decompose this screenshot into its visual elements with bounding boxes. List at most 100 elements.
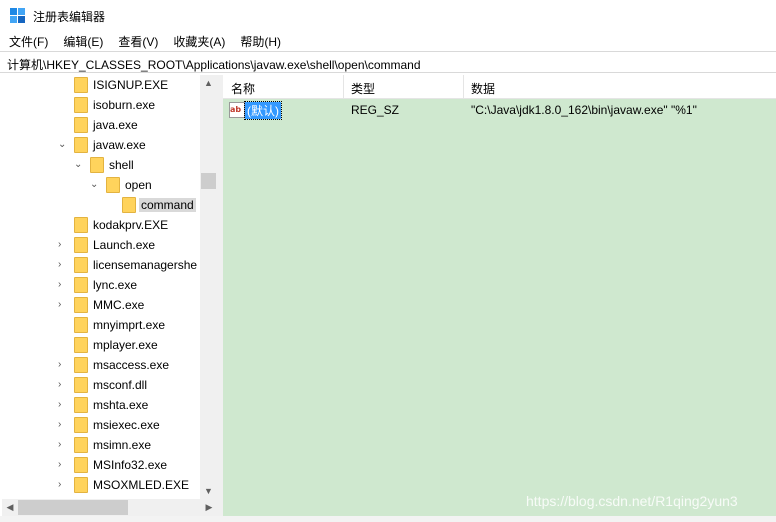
tree-item-label: isoburn.exe (93, 98, 156, 112)
menu-view[interactable]: 查看(V) (109, 30, 164, 50)
tree-item-label: mplayer.exe (93, 338, 158, 352)
scroll-down-arrow-icon[interactable]: ▼ (200, 483, 217, 499)
folder-icon (74, 117, 88, 133)
tree-item[interactable]: › msiexec.exe (2, 415, 202, 435)
tree-item[interactable]: ⌄ open (2, 175, 202, 195)
value-type: REG_SZ (351, 103, 400, 117)
chevron-down-icon[interactable]: ⌄ (58, 139, 68, 151)
menu-bar: 文件(F) 编辑(E) 查看(V) 收藏夹(A) 帮助(H) (0, 30, 776, 50)
tree-item[interactable]: › MSInfo32.exe (2, 455, 202, 475)
tree-item[interactable]: ⌄ shell (2, 155, 202, 175)
tree-item[interactable]: isoburn.exe (2, 95, 202, 115)
chevron-right-icon[interactable]: › (58, 479, 68, 491)
chevron-down-icon[interactable]: ⌄ (74, 159, 84, 171)
scrollbar-thumb[interactable] (201, 173, 216, 189)
tree-item[interactable]: mnyimprt.exe (2, 315, 202, 335)
tree-item-label: msaccess.exe (93, 358, 170, 372)
tree-item[interactable]: › msconf.dll (2, 375, 202, 395)
value-name[interactable]: (默认) (244, 101, 282, 120)
scroll-up-arrow-icon[interactable]: ▲ (200, 75, 217, 91)
tree-item[interactable]: command (2, 195, 202, 215)
folder-icon (74, 457, 88, 473)
title-bar: 注册表编辑器 (0, 0, 776, 30)
folder-icon (74, 437, 88, 453)
chevron-right-icon[interactable]: › (58, 399, 68, 411)
svg-text:ab: ab (230, 105, 241, 114)
scroll-left-arrow-icon[interactable]: ◀ (2, 499, 18, 516)
menu-favorites[interactable]: 收藏夹(A) (164, 30, 231, 50)
column-header-data[interactable]: 数据 (471, 80, 495, 97)
chevron-right-icon[interactable]: › (58, 419, 68, 431)
folder-icon (74, 397, 88, 413)
value-row[interactable]: ab (默认) REG_SZ "C:\Java\jdk1.8.0_162\bin… (223, 99, 776, 121)
tree-item-label: mnyimprt.exe (93, 318, 166, 332)
tree-item[interactable]: › mshta.exe (2, 395, 202, 415)
tree-vertical-scrollbar[interactable]: ▲ ▼ (200, 75, 217, 499)
window-bottom-edge (0, 516, 776, 522)
list-header: 名称 类型 数据 (223, 75, 776, 99)
tree-item-label: command (139, 198, 196, 212)
chevron-right-icon[interactable]: › (58, 359, 68, 371)
watermark-text: https://blog.csdn.net/R1qing2yun3 (526, 493, 738, 509)
chevron-right-icon[interactable]: › (58, 379, 68, 391)
column-divider[interactable] (463, 75, 464, 99)
tree-item[interactable]: › MSOXMLED.EXE (2, 475, 202, 495)
folder-icon (74, 417, 88, 433)
registry-tree[interactable]: ISIGNUP.EXE isoburn.exe java.exe ⌄ javaw.exe… (2, 75, 216, 499)
tree-item[interactable]: › Launch.exe (2, 235, 202, 255)
tree-item-label: MSOXMLED.EXE (93, 478, 190, 492)
value-data: "C:\Java\jdk1.8.0_162\bin\javaw.exe" "%1… (471, 103, 697, 117)
tree-item[interactable]: › lync.exe (2, 275, 202, 295)
tree-item[interactable]: ⌄ javaw.exe (2, 135, 202, 155)
window-title: 注册表编辑器 (33, 10, 106, 24)
chevron-right-icon[interactable]: › (58, 239, 68, 251)
scroll-right-arrow-icon[interactable]: ▶ (201, 499, 217, 516)
tree-item-label: msconf.dll (93, 378, 148, 392)
address-bar[interactable]: 计算机\HKEY_CLASSES_ROOT\Applications\javaw… (0, 51, 776, 73)
tree-item[interactable]: ISIGNUP.EXE (2, 75, 202, 95)
tree-item[interactable]: › MMC.exe (2, 295, 202, 315)
string-value-icon: ab (229, 102, 245, 118)
tree-item-label: MSInfo32.exe (93, 458, 168, 472)
chevron-right-icon[interactable]: › (58, 259, 68, 271)
folder-icon (74, 257, 88, 273)
folder-icon (74, 377, 88, 393)
menu-edit[interactable]: 编辑(E) (54, 30, 109, 50)
folder-icon (74, 237, 88, 253)
tree-item-label: msiexec.exe (93, 418, 160, 432)
folder-icon (74, 337, 88, 353)
tree-item-label: open (125, 178, 152, 192)
column-header-type[interactable]: 类型 (351, 80, 375, 97)
folder-icon (74, 477, 88, 493)
folder-icon (106, 177, 120, 193)
tree-item-label: licensemanagershe (93, 258, 198, 272)
horizontal-scrollbar-thumb[interactable] (18, 500, 128, 515)
tree-item[interactable]: mplayer.exe (2, 335, 202, 355)
values-list[interactable]: 名称 类型 数据 ab (默认) REG_SZ "C:\Java\jdk1.8.… (223, 75, 776, 516)
chevron-right-icon[interactable]: › (58, 459, 68, 471)
menu-file[interactable]: 文件(F) (0, 30, 54, 50)
chevron-down-icon[interactable]: ⌄ (90, 179, 100, 191)
address-path[interactable]: 计算机\HKEY_CLASSES_ROOT\Applications\javaw… (7, 56, 421, 73)
tree-horizontal-scrollbar[interactable]: ◀ ▶ (2, 499, 217, 516)
chevron-right-icon[interactable]: › (58, 299, 68, 311)
tree-item[interactable]: › msaccess.exe (2, 355, 202, 375)
chevron-right-icon[interactable]: › (58, 279, 68, 291)
tree-item-label: java.exe (93, 118, 138, 132)
folder-icon (74, 357, 88, 373)
chevron-right-icon[interactable]: › (58, 439, 68, 451)
column-divider[interactable] (343, 75, 344, 99)
column-header-name[interactable]: 名称 (231, 80, 255, 97)
tree-item-label: shell (109, 158, 134, 172)
folder-icon (74, 137, 88, 153)
folder-icon (74, 317, 88, 333)
tree-item[interactable]: java.exe (2, 115, 202, 135)
menu-help[interactable]: 帮助(H) (231, 30, 287, 50)
registry-editor-icon (10, 8, 25, 23)
tree-item-label: msimn.exe (93, 438, 152, 452)
tree-item[interactable]: › licensemanagershe (2, 255, 202, 275)
tree-item[interactable]: kodakprv.EXE (2, 215, 202, 235)
tree-item[interactable]: › msimn.exe (2, 435, 202, 455)
tree-item-label: mshta.exe (93, 398, 149, 412)
folder-icon (74, 77, 88, 93)
